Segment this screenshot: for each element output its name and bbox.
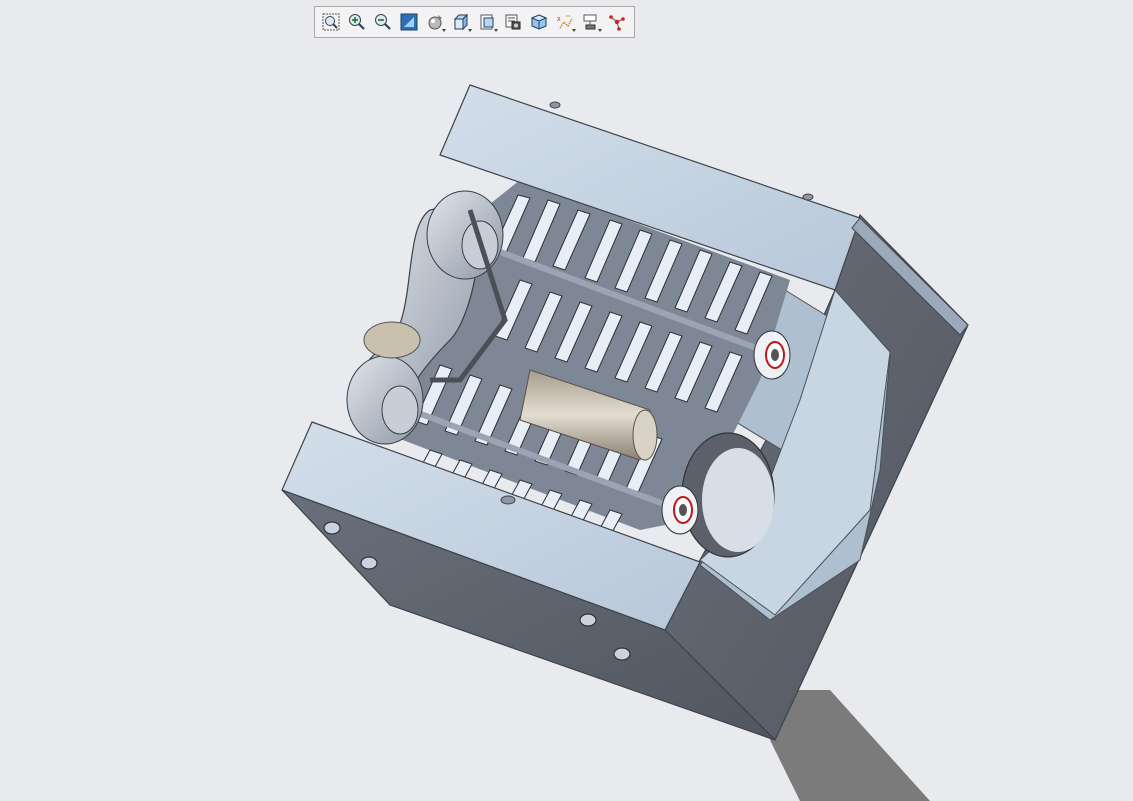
cad-model[interactable] (0, 0, 1133, 801)
view-manager-button[interactable] (501, 10, 525, 34)
refit-button[interactable] (397, 10, 421, 34)
view-orientation-button[interactable] (449, 10, 473, 34)
zoom-in-icon (349, 14, 365, 30)
perspective-button[interactable] (527, 10, 551, 34)
spin-center-icon (609, 15, 625, 31)
display-style-button[interactable] (423, 10, 447, 34)
zoom-in-button[interactable] (345, 10, 369, 34)
annotation-display-button[interactable] (579, 10, 603, 34)
svg-text:x: x (557, 16, 561, 23)
perspective-icon (530, 14, 548, 30)
motor-nut (363, 321, 421, 359)
spin-center-button[interactable] (605, 10, 629, 34)
zoom-window-button[interactable] (319, 10, 343, 34)
view-toolbar: x (314, 6, 635, 38)
refit-icon (400, 13, 418, 31)
zoom-window-icon (322, 13, 340, 31)
view-manager-icon (505, 14, 521, 30)
zoom-out-icon (375, 14, 391, 30)
3d-viewport[interactable]: x (0, 0, 1133, 801)
zoom-out-button[interactable] (371, 10, 395, 34)
bearing-lower-right (661, 485, 699, 535)
datum-display-button[interactable]: x (553, 10, 577, 34)
bearing-upper-right (753, 330, 791, 380)
saved-views-button[interactable] (475, 10, 499, 34)
floor-shadow (770, 690, 930, 801)
